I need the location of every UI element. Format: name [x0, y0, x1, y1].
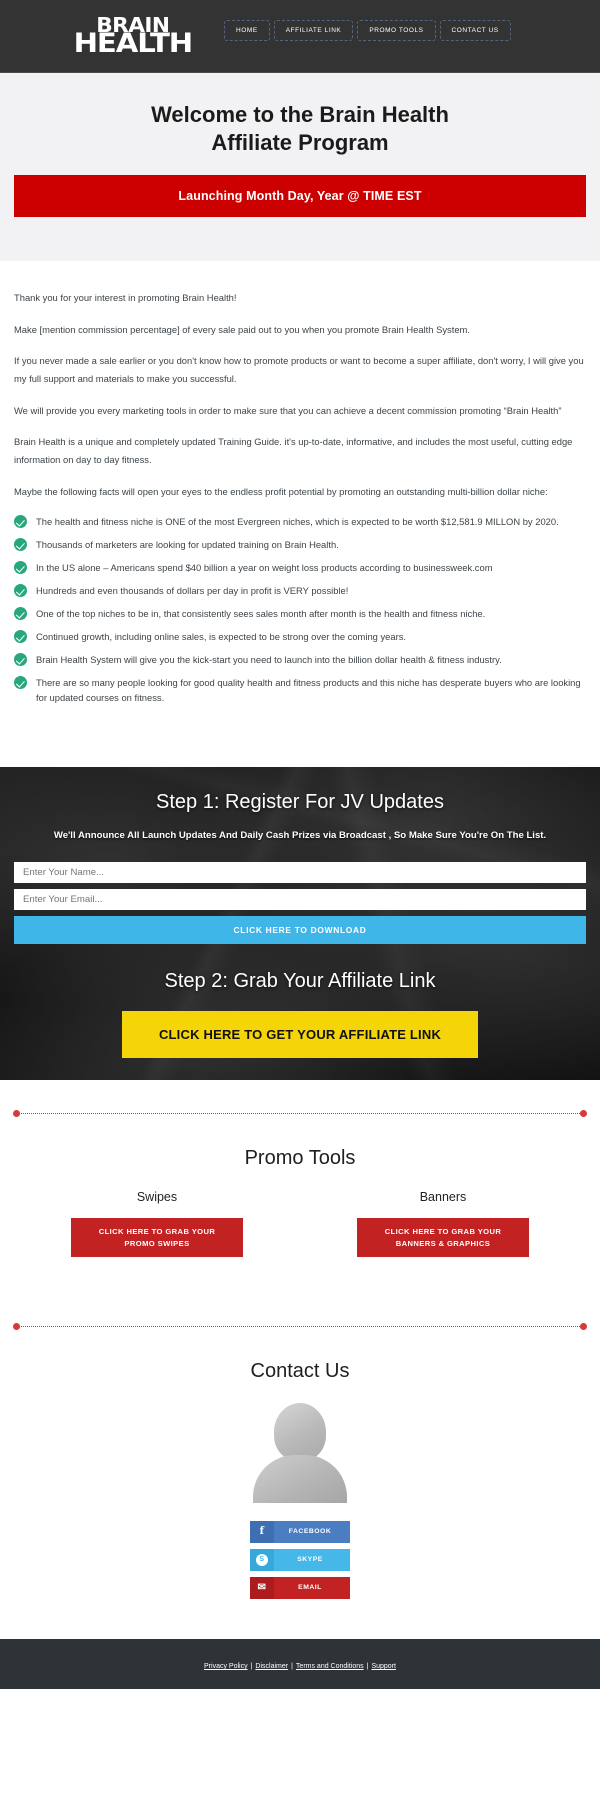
- facebook-icon: f: [250, 1520, 274, 1543]
- fact-text: Brain Health System will give you the ki…: [36, 654, 502, 666]
- name-input[interactable]: [14, 862, 586, 884]
- promo-columns: Swipes CLICK HERE TO GRAB YOUR PROMO SWI…: [14, 1190, 586, 1257]
- step2-title: Step 2: Grab Your Affiliate Link: [164, 970, 436, 993]
- divider-line: [14, 1325, 586, 1327]
- email-label: EMAIL: [298, 1584, 322, 1592]
- list-item: There are so many people looking for goo…: [14, 675, 586, 705]
- avatar: [253, 1402, 347, 1503]
- check-circle-icon: [14, 653, 27, 667]
- swipes-heading: Swipes: [136, 1190, 178, 1205]
- check-circle-icon: [14, 630, 27, 644]
- content-spacer: [0, 713, 600, 768]
- list-item: The health and fitness niche is ONE of t…: [14, 514, 586, 529]
- footer-links: Privacy Policy | Disclaimer | Terms and …: [201, 1663, 399, 1670]
- fact-text: The health and fitness niche is ONE of t…: [36, 515, 559, 527]
- list-item: One of the top niches to be in, that con…: [14, 606, 586, 621]
- list-item: Continued growth, including online sales…: [14, 629, 586, 644]
- facebook-label: FACEBOOK: [288, 1528, 332, 1536]
- banners-line-2: BANNERS & GRAPHICS: [395, 1238, 491, 1248]
- check-circle-icon: [14, 561, 27, 575]
- contact-spacer: [0, 1599, 600, 1639]
- footer-link-support[interactable]: Support: [368, 1663, 399, 1670]
- divider-dot-right: [580, 1110, 587, 1118]
- get-affiliate-link-button[interactable]: CLICK HERE TO GET YOUR AFFILIATE LINK: [122, 1011, 478, 1059]
- email-input[interactable]: [14, 889, 586, 911]
- intro-paragraph: Make [mention commission percentage] of …: [14, 323, 470, 335]
- contact-us-title: Contact Us: [250, 1359, 350, 1382]
- promo-tools-section: Promo Tools Swipes CLICK HERE TO GRAB YO…: [0, 1147, 600, 1257]
- optin-section: Step 1: Register For JV Updates We'll An…: [0, 767, 600, 1081]
- avatar-head-shape: [274, 1402, 326, 1461]
- list-item: In the US alone – Americans spend $40 bi…: [14, 560, 586, 575]
- check-circle-icon: [14, 584, 27, 598]
- main-nav: HOME AFFILIATE LINK PROMO TOOLS CONTACT …: [224, 20, 511, 41]
- promo-swipes-line-1: CLICK HERE TO GRAB YOUR: [98, 1227, 216, 1237]
- avatar-body-shape: [253, 1454, 347, 1503]
- list-item: Brain Health System will give you the ki…: [14, 652, 586, 667]
- nav-item-promo-tools[interactable]: PROMO TOOLS: [357, 20, 436, 41]
- intro-paragraph: Thank you for your interest in promoting…: [14, 292, 237, 304]
- site-footer: Privacy Policy | Disclaimer | Terms and …: [0, 1638, 600, 1689]
- promo-tools-title: Promo Tools: [244, 1147, 356, 1170]
- logo-line-2: HEALTH: [73, 28, 194, 60]
- skype-button[interactable]: S SKYPE: [250, 1548, 350, 1571]
- skype-icon: S: [250, 1548, 274, 1571]
- facts-list: The health and fitness niche is ONE of t…: [14, 514, 586, 705]
- fact-text: Thousands of marketers are looking for u…: [36, 538, 339, 550]
- footer-link-disclaimer[interactable]: Disclaimer: [252, 1663, 291, 1670]
- list-item: Thousands of marketers are looking for u…: [14, 537, 586, 552]
- site-logo[interactable]: BRAIN HEALTH: [73, 14, 194, 60]
- intro-paragraph: Brain Health is a unique and completely …: [14, 435, 573, 466]
- nav-item-affiliate-link[interactable]: AFFILIATE LINK: [273, 20, 354, 41]
- contact-section: Contact Us f FACEBOOK S SKYPE ✉ EMAIL: [0, 1360, 600, 1599]
- promo-column-banners: Banners CLICK HERE TO GRAB YOUR BANNERS …: [300, 1190, 586, 1257]
- promo-swipes-line-2: PROMO SWIPES: [124, 1238, 190, 1248]
- check-circle-icon: [14, 676, 27, 690]
- fact-text: Continued growth, including online sales…: [36, 631, 407, 643]
- fact-text: One of the top niches to be in, that con…: [36, 608, 486, 620]
- check-circle-icon: [14, 537, 27, 551]
- nav-item-home[interactable]: HOME: [224, 20, 270, 41]
- facebook-button[interactable]: f FACEBOOK: [250, 1520, 350, 1543]
- download-button[interactable]: CLICK HERE TO DOWNLOAD: [14, 916, 586, 945]
- skype-label: SKYPE: [297, 1556, 323, 1564]
- skype-glyph: S: [256, 1553, 268, 1566]
- site-header: BRAIN HEALTH HOME AFFILIATE LINK PROMO T…: [0, 0, 600, 72]
- email-icon: ✉: [250, 1576, 274, 1599]
- social-links: f FACEBOOK S SKYPE ✉ EMAIL: [14, 1520, 586, 1599]
- email-button[interactable]: ✉ EMAIL: [250, 1576, 350, 1599]
- dotted-divider: [13, 1110, 587, 1118]
- hero-section: Welcome to the Brain Health Affiliate Pr…: [0, 72, 600, 262]
- launch-banner: Launching Month Day, Year @ TIME EST: [14, 175, 586, 218]
- banners-line-1: CLICK HERE TO GRAB YOUR: [384, 1227, 502, 1237]
- page-title: Welcome to the Brain Health Affiliate Pr…: [151, 102, 449, 156]
- divider-line: [14, 1113, 586, 1115]
- step1-subtitle: We'll Announce All Launch Updates And Da…: [53, 830, 547, 842]
- dotted-divider: [13, 1322, 587, 1330]
- check-circle-icon: [14, 607, 27, 621]
- intro-content: Thank you for your interest in promoting…: [0, 261, 600, 706]
- divider-dot-right: [580, 1322, 587, 1330]
- intro-paragraph: We will provide you every marketing tool…: [14, 404, 562, 416]
- optin-form: CLICK HERE TO DOWNLOAD: [0, 862, 600, 945]
- fact-text: There are so many people looking for goo…: [36, 677, 581, 704]
- grab-promo-swipes-button[interactable]: CLICK HERE TO GRAB YOUR PROMO SWIPES: [71, 1218, 243, 1257]
- intro-paragraph: Maybe the following facts will open your…: [14, 485, 548, 497]
- step1-title: Step 1: Register For JV Updates: [156, 791, 444, 814]
- footer-link-privacy-policy[interactable]: Privacy Policy: [201, 1663, 251, 1670]
- banners-heading: Banners: [419, 1190, 467, 1205]
- promo-column-swipes: Swipes CLICK HERE TO GRAB YOUR PROMO SWI…: [14, 1190, 300, 1257]
- fact-text: In the US alone – Americans spend $40 bi…: [36, 562, 493, 574]
- check-circle-icon: [14, 514, 27, 528]
- footer-link-terms-and-conditions[interactable]: Terms and Conditions: [293, 1663, 367, 1670]
- list-item: Hundreds and even thousands of dollars p…: [14, 583, 586, 598]
- promo-spacer: [0, 1257, 600, 1293]
- fact-text: Hundreds and even thousands of dollars p…: [36, 585, 349, 597]
- grab-banners-graphics-button[interactable]: CLICK HERE TO GRAB YOUR BANNERS & GRAPHI…: [357, 1218, 529, 1257]
- intro-paragraph: If you never made a sale earlier or you …: [14, 354, 584, 385]
- nav-item-contact-us[interactable]: CONTACT US: [439, 20, 511, 41]
